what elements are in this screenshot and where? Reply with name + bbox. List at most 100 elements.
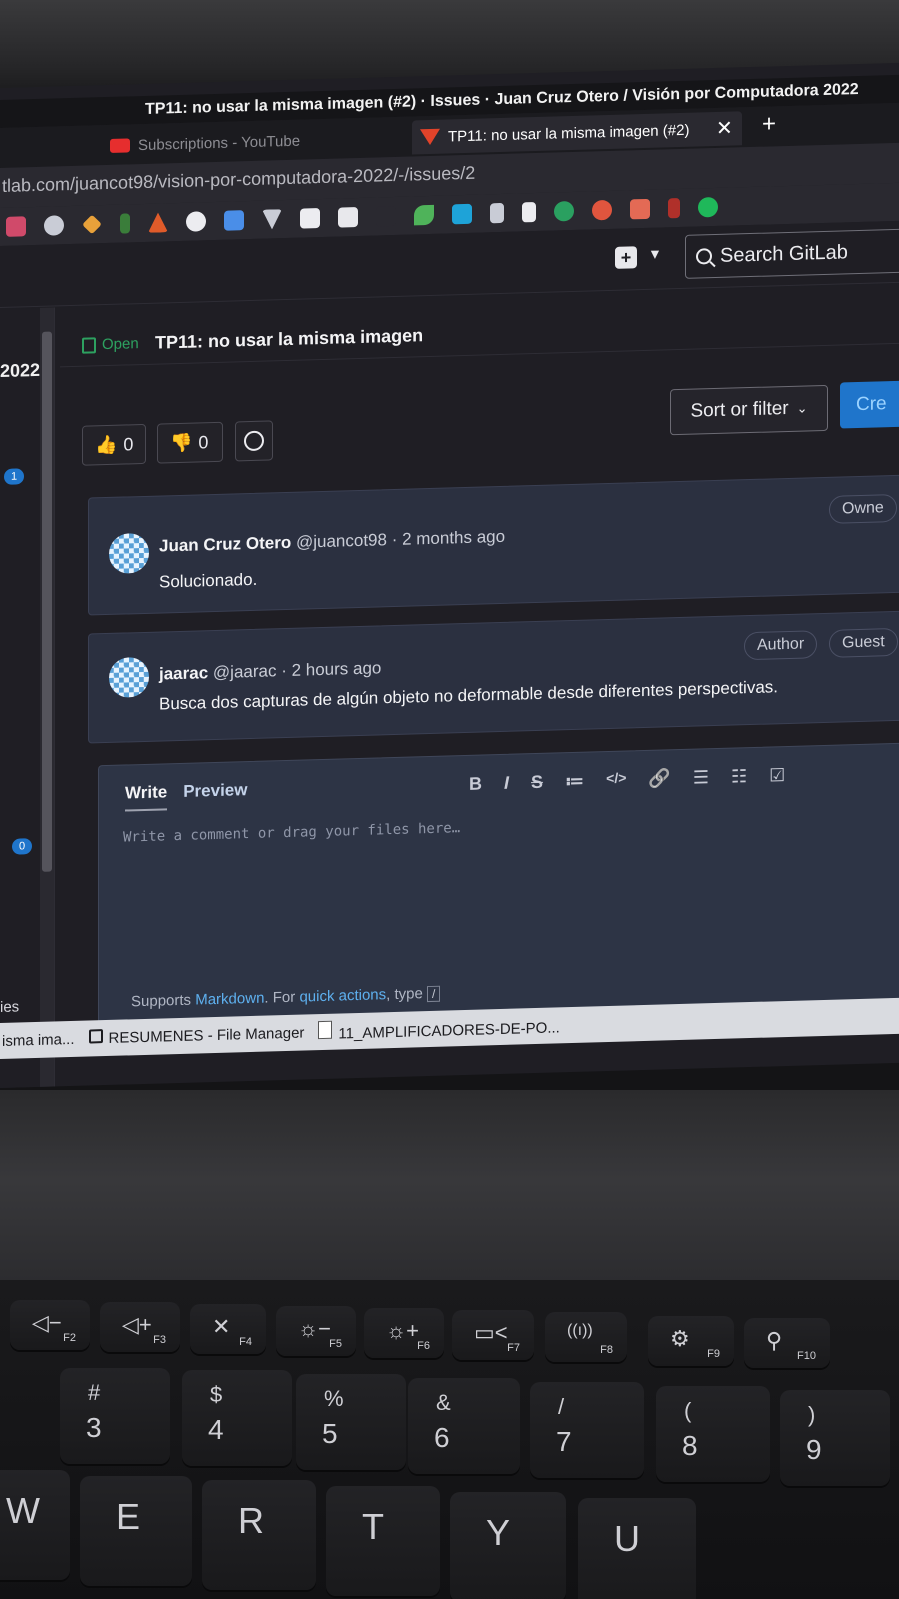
key-f8: ((ı)) F8	[545, 1312, 627, 1362]
tab-preview[interactable]: Preview	[183, 780, 247, 810]
bookmark-icon[interactable]	[592, 199, 612, 221]
bookmark-icon[interactable]	[668, 198, 680, 219]
key-letter: T	[362, 1506, 384, 1547]
link-icon[interactable]: 🔗	[648, 768, 670, 790]
key-label: F8	[600, 1344, 613, 1356]
key-shift-symbol: (	[684, 1398, 692, 1423]
gitlab-icon	[420, 128, 440, 146]
key-digit: 7	[556, 1426, 572, 1457]
sidebar-item-label[interactable]: ies	[0, 998, 19, 1016]
thumbs-up-button[interactable]: 👍 0	[82, 423, 146, 466]
leaf-icon[interactable]	[414, 204, 434, 226]
scrollbar-thumb[interactable]	[42, 331, 52, 872]
quick-actions-link[interactable]: quick actions	[299, 986, 386, 1005]
tab-label: TP11: no usar la misma imagen (#2)	[448, 121, 690, 145]
url-text[interactable]: tlab.com/juancot98/vision-por-computador…	[2, 163, 475, 197]
search-gitlab-input[interactable]: Search GitLab	[685, 228, 899, 279]
note-item: jaarac @jaarac · 2 hours ago Busca dos c…	[88, 610, 899, 744]
bookmark-icon[interactable]	[554, 200, 574, 222]
comment-textarea[interactable]	[123, 808, 883, 970]
avatar[interactable]	[109, 656, 149, 698]
note-item: Juan Cruz Otero @juancot98 · 2 months ag…	[88, 474, 899, 616]
key-label: F5	[329, 1338, 342, 1350]
bookmark-icon[interactable]	[452, 203, 472, 225]
taskbar-item[interactable]: 11_AMPLIFICADORES-DE-PO...	[318, 1014, 560, 1043]
bookmark-icon[interactable]	[376, 205, 396, 227]
bold-icon[interactable]: B	[469, 774, 482, 795]
taskbar-item[interactable]: isma ima...	[2, 1030, 75, 1049]
key-4: $ 4	[182, 1370, 292, 1466]
bookmark-icon[interactable]	[6, 216, 26, 237]
key-digit: 3	[86, 1412, 102, 1443]
github-icon[interactable]	[186, 211, 206, 232]
search-icon	[696, 248, 712, 265]
key-f10: ⚲ F10	[744, 1318, 830, 1368]
taskbar-item[interactable]: RESUMENES - File Manager	[88, 1023, 304, 1047]
thumbs-down-icon: 👎	[170, 432, 193, 453]
tab-write[interactable]: Write	[125, 782, 168, 812]
note-author-line: jaarac @jaarac · 2 hours ago	[159, 658, 381, 684]
bookmark-icon[interactable]	[490, 202, 504, 224]
bookmark-icon[interactable]	[120, 213, 130, 234]
owner-badge: Owne	[829, 493, 897, 524]
author-name[interactable]: Juan Cruz Otero	[159, 533, 291, 556]
sidebar-project-name[interactable]: 2022	[0, 360, 40, 382]
code-icon[interactable]: </>	[606, 770, 626, 792]
key-digit: 5	[322, 1418, 338, 1449]
note-body: Busca dos capturas de algún objeto no de…	[159, 677, 779, 714]
bookmark-icon[interactable]	[522, 202, 536, 223]
avatar[interactable]	[109, 532, 149, 574]
thumbs-down-button[interactable]: 👎 0	[157, 421, 223, 464]
key-w: W	[0, 1470, 70, 1580]
sort-label: Sort or filter	[690, 397, 789, 422]
bullet-list-icon[interactable]: ☰	[693, 767, 709, 788]
folder-icon	[88, 1029, 103, 1044]
italic-icon[interactable]: I	[504, 773, 509, 794]
key-f3: ◁+ F3	[100, 1302, 180, 1352]
document-icon	[318, 1020, 333, 1040]
markdown-link[interactable]: Markdown	[195, 990, 264, 1009]
key-letter: U	[614, 1518, 640, 1559]
key-label: F2	[63, 1332, 76, 1344]
new-tab-icon[interactable]: +	[762, 110, 776, 138]
help-text: Supports	[131, 991, 192, 1011]
sort-or-filter-dropdown[interactable]: Sort or filter ⌄	[670, 384, 828, 436]
key-digit: 8	[682, 1430, 698, 1461]
create-button[interactable]: Cre	[840, 380, 899, 429]
numbered-list-icon[interactable]: ☷	[731, 766, 747, 787]
key-symbol: ⚲	[766, 1328, 783, 1353]
tab-youtube[interactable]: Subscriptions - YouTube	[110, 121, 410, 163]
search-placeholder: Search GitLab	[720, 240, 848, 267]
key-5: % 5	[296, 1374, 406, 1470]
bookmark-icon[interactable]	[262, 209, 282, 230]
bookmark-icon[interactable]	[44, 215, 64, 236]
bookmark-icon[interactable]	[698, 196, 718, 218]
key-symbol: ◁−	[32, 1310, 62, 1335]
amazon-icon[interactable]	[300, 208, 320, 229]
chevron-down-icon[interactable]: ▼	[648, 246, 662, 262]
author-name[interactable]: jaarac	[159, 663, 208, 683]
key-y: Y	[450, 1492, 566, 1599]
task-list-icon[interactable]: ☑	[769, 765, 785, 786]
drive-icon[interactable]	[148, 212, 168, 233]
key-label: F7	[507, 1342, 520, 1354]
markdown-help-text: Supports Markdown. For quick actions, ty…	[131, 985, 441, 1011]
close-tab-icon[interactable]: ✕	[716, 116, 733, 141]
bookmark-icon[interactable]	[82, 214, 102, 235]
mail-icon[interactable]	[224, 210, 244, 231]
create-new-button[interactable]: +	[615, 246, 637, 269]
bookmark-icon[interactable]	[338, 207, 358, 228]
key-label: F9	[707, 1348, 720, 1360]
key-8: ( 8	[656, 1386, 770, 1482]
key-symbol: ✕	[212, 1314, 231, 1339]
bookmark-icon[interactable]	[630, 198, 650, 220]
author-handle-time: @juancot98 · 2 months ago	[295, 526, 506, 552]
key-shift-symbol: )	[808, 1402, 816, 1427]
add-reaction-button[interactable]	[235, 420, 273, 462]
quote-icon[interactable]: ≔	[565, 771, 584, 793]
key-digit: 6	[434, 1422, 450, 1453]
strikethrough-icon[interactable]: S	[531, 772, 543, 793]
markdown-toolbar: B I S ≔ </> 🔗 ☰ ☷ ☑	[469, 765, 785, 795]
help-text: , type	[386, 985, 423, 1004]
key-digit: 4	[208, 1414, 224, 1445]
